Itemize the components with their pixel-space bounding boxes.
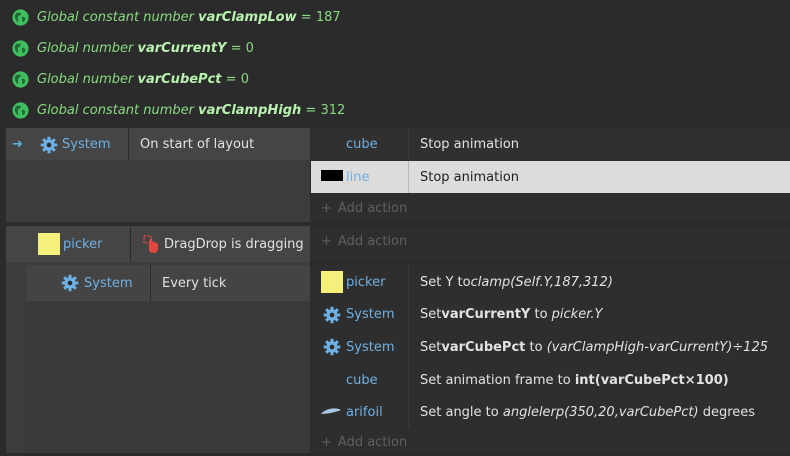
action-object[interactable]: System <box>346 298 394 331</box>
gear-icon <box>61 274 79 292</box>
line-object-icon <box>321 170 343 181</box>
gear-icon <box>323 306 341 324</box>
condition-text[interactable]: DragDrop is dragging <box>164 226 304 262</box>
airfoil-object-icon <box>321 408 341 414</box>
global-var-text: Global constant number varClampLow = 187 <box>37 9 341 25</box>
action-text[interactable]: Set varCubePct to (varClampHigh-varCurre… <box>420 331 768 364</box>
plus-icon: + <box>321 434 332 450</box>
action-object[interactable]: picker <box>346 266 385 298</box>
plus-icon: + <box>321 200 332 216</box>
add-action-label: Add action <box>337 233 408 249</box>
trigger-arrow-icon: ➜ <box>12 136 23 152</box>
add-action-label: Add action <box>337 434 408 450</box>
globe-icon <box>12 9 29 26</box>
add-action-button[interactable]: + Add action <box>321 226 407 256</box>
action-text[interactable]: Set angle to anglelerp(350,20,varCubePct… <box>420 396 755 428</box>
action-object[interactable]: line <box>346 161 369 193</box>
add-action-button[interactable]: + Add action <box>321 193 407 223</box>
add-action-button[interactable]: + Add action <box>321 428 407 456</box>
action-text[interactable]: Set animation frame to int(varCubePct×10… <box>420 364 729 396</box>
gear-icon <box>323 338 341 356</box>
condition-object[interactable]: picker <box>63 226 102 262</box>
action-row-selected[interactable] <box>311 161 790 193</box>
gear-icon <box>40 136 58 154</box>
global-var-row[interactable]: Global constant number varClampLow = 187 <box>0 2 790 32</box>
action-text[interactable]: Set Y to clamp(Self.Y,187,312) <box>420 266 613 298</box>
globe-icon <box>12 40 29 57</box>
globe-icon <box>12 71 29 88</box>
action-text[interactable]: Set varCurrentY to picker.Y <box>420 298 602 331</box>
global-var-row[interactable]: Global number varCurrentY = 0 <box>0 33 790 63</box>
globe-icon <box>12 102 29 119</box>
action-object[interactable]: System <box>346 331 394 364</box>
condition-object[interactable]: System <box>62 128 110 160</box>
picker-object-icon <box>321 271 343 293</box>
add-action-label: Add action <box>337 200 408 216</box>
action-row[interactable] <box>311 128 790 160</box>
global-var-row[interactable]: Global number varCubePct = 0 <box>0 64 790 94</box>
global-var-row[interactable]: Global constant number varClampHigh = 31… <box>0 95 790 125</box>
action-text[interactable]: Stop animation <box>420 161 519 193</box>
action-object[interactable]: cube <box>346 364 378 396</box>
picker-object-icon <box>38 233 60 255</box>
global-var-text: Global number varCurrentY = 0 <box>37 40 254 56</box>
global-var-text: Global constant number varClampHigh = 31… <box>37 102 346 118</box>
action-text[interactable]: Stop animation <box>420 128 519 160</box>
condition-object[interactable]: System <box>84 265 132 301</box>
plus-icon: + <box>321 233 332 249</box>
drag-hand-icon <box>143 235 158 253</box>
condition-text[interactable]: On start of layout <box>140 128 254 160</box>
global-var-text: Global number varCubePct = 0 <box>37 71 249 87</box>
action-object[interactable]: cube <box>346 128 378 160</box>
condition-text[interactable]: Every tick <box>162 265 226 301</box>
action-object[interactable]: arifoil <box>346 396 383 428</box>
